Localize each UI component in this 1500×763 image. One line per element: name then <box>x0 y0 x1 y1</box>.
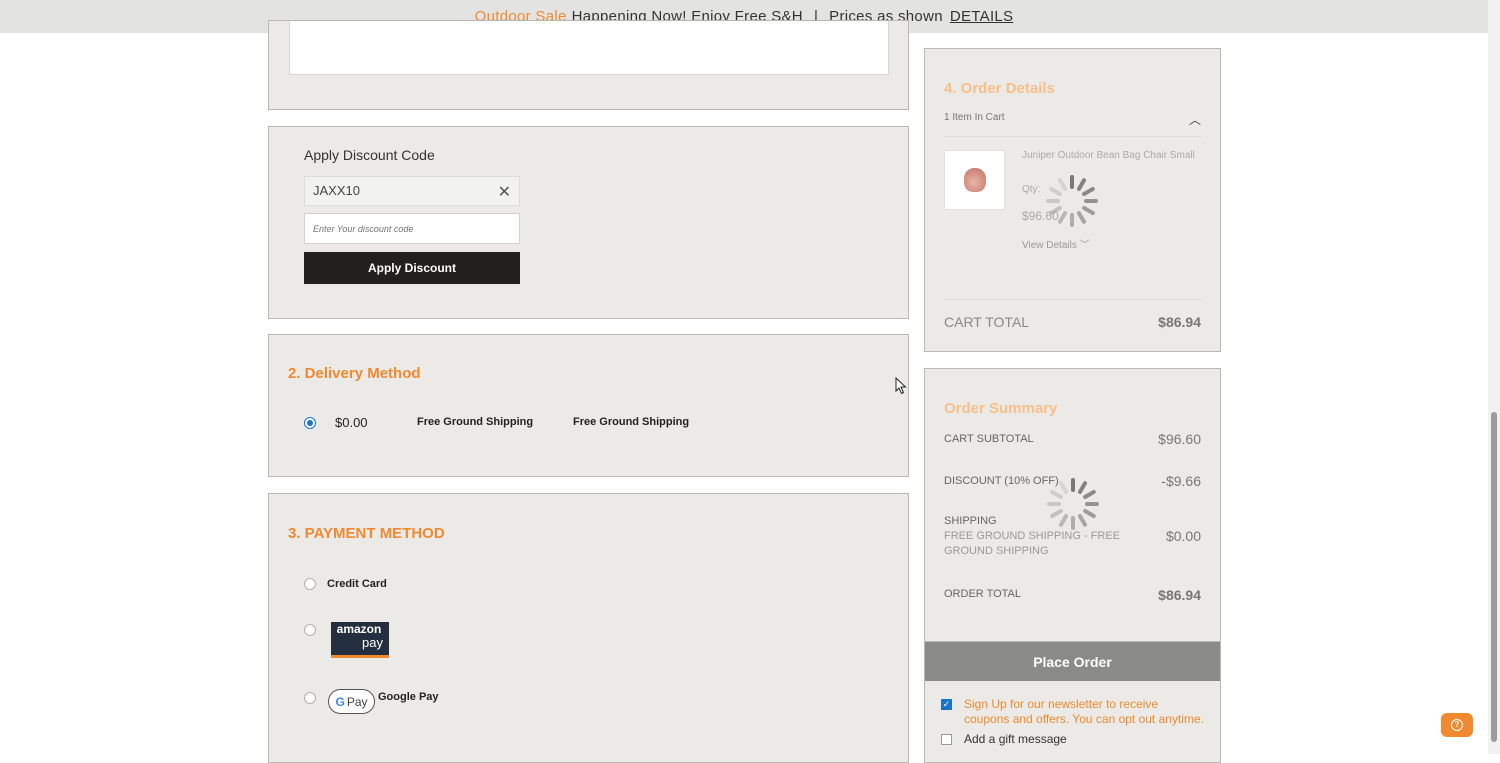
divider <box>944 136 1201 137</box>
shipping-label: SHIPPING <box>944 515 997 527</box>
view-details-link[interactable]: View Details ﹀ <box>1022 236 1090 251</box>
loading-spinner-icon <box>1047 478 1099 530</box>
shipping-detail: FREE GROUND SHIPPING - FREE GROUND SHIPP… <box>944 530 1121 557</box>
order-total-value: $86.94 <box>1158 587 1201 603</box>
amazon-pay-logo[interactable]: amazon pay <box>331 622 389 658</box>
google-pay-label: Google Pay <box>378 691 439 703</box>
credit-card-label: Credit Card <box>327 578 387 590</box>
mouse-cursor-icon <box>895 377 907 395</box>
applied-code-text: JAXX10 <box>313 183 360 198</box>
cart-total-label: CART TOTAL <box>944 314 1030 330</box>
applied-discount-code: JAXX10 ✕ <box>304 176 520 206</box>
order-details-title: 4. Order Details <box>944 80 1055 97</box>
address-box <box>289 21 889 75</box>
question-icon: ? <box>1451 719 1463 731</box>
cart-total-value: $86.94 <box>1158 314 1201 330</box>
order-summary-title: Order Summary <box>944 400 1058 417</box>
scrollbar-thumb[interactable] <box>1491 412 1497 742</box>
discount-value: -$9.66 <box>1161 473 1201 489</box>
discount-panel: Apply Discount Code JAXX10 ✕ Apply Disco… <box>268 126 909 319</box>
cart-subtotal-value: $96.60 <box>1158 431 1201 447</box>
product-thumbnail <box>944 150 1005 210</box>
cart-subtotal-label: CART SUBTOTAL <box>944 433 1034 445</box>
newsletter-label: Sign Up for our newsletter to receive co… <box>964 697 1204 726</box>
page-scrollbar[interactable] <box>1488 0 1500 754</box>
delivery-radio[interactable] <box>304 417 316 429</box>
credit-card-radio[interactable] <box>304 578 316 590</box>
product-qty-label: Qty: <box>1022 184 1041 195</box>
divider <box>944 299 1201 300</box>
amazon-pay-radio[interactable] <box>304 624 316 636</box>
view-details-label: View Details <box>1022 240 1077 251</box>
order-total-label: ORDER TOTAL <box>944 588 1022 600</box>
delivery-price: $0.00 <box>335 415 368 430</box>
google-pay-logo[interactable]: G Pay <box>328 689 375 714</box>
details-link[interactable]: DETAILS <box>950 8 1014 25</box>
order-details-panel: 4. Order Details 1 Item In Cart ︿ Junipe… <box>924 48 1221 352</box>
bean-bag-chair-image <box>963 168 986 192</box>
place-order-button[interactable]: Place Order <box>925 641 1220 681</box>
newsletter-checkbox[interactable]: ✓ <box>941 699 952 710</box>
amazon-pay-logo-line2: pay <box>362 635 383 650</box>
apply-discount-button[interactable]: Apply Discount <box>304 252 520 284</box>
gift-message-label: Add a gift message <box>964 732 1067 746</box>
loading-spinner-icon <box>1046 175 1098 227</box>
delivery-method-name: Free Ground Shipping <box>417 416 534 428</box>
remove-code-icon[interactable]: ✕ <box>498 182 511 202</box>
payment-panel: 3. PAYMENT METHOD Credit Card amazon pay… <box>268 493 909 763</box>
delivery-panel: 2. Delivery Method $0.00 Free Ground Shi… <box>268 334 909 477</box>
chevron-up-icon[interactable]: ︿ <box>1189 111 1201 128</box>
payment-title: 3. PAYMENT METHOD <box>288 525 445 542</box>
help-button[interactable]: ? <box>1441 713 1473 737</box>
discount-code-input[interactable] <box>304 213 520 244</box>
items-in-cart[interactable]: 1 Item In Cart <box>944 112 1005 123</box>
delivery-carrier-name: Free Ground Shipping <box>573 416 690 428</box>
gift-message-checkbox[interactable] <box>941 734 952 745</box>
address-panel <box>268 20 909 110</box>
google-pay-radio[interactable] <box>304 692 316 704</box>
shipping-value: $0.00 <box>1165 528 1201 544</box>
google-g-icon: G <box>335 694 345 709</box>
chevron-down-icon: ﹀ <box>1079 240 1090 251</box>
order-summary-panel: Order Summary CART SUBTOTAL $96.60 DISCO… <box>924 368 1221 763</box>
discount-label: DISCOUNT (10% OFF) <box>944 475 1059 487</box>
discount-label: Apply Discount Code <box>304 147 435 163</box>
product-name: Juniper Outdoor Bean Bag Chair Small <box>1022 150 1195 161</box>
gpay-logo-text: Pay <box>346 694 368 709</box>
delivery-title: 2. Delivery Method <box>288 365 421 382</box>
